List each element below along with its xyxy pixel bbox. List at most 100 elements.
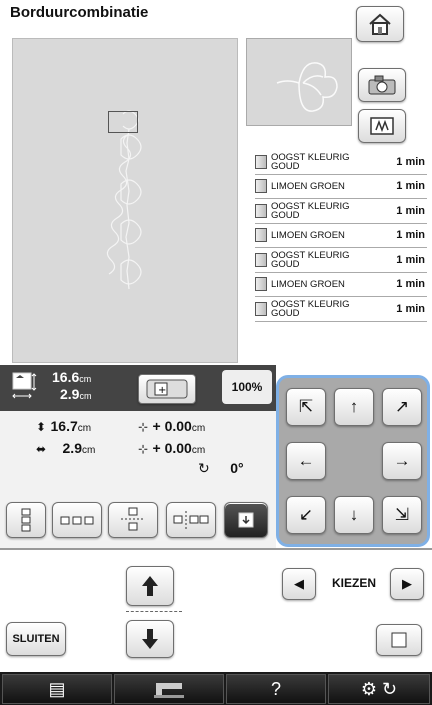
dim-width-unit: cm	[81, 445, 96, 456]
triangle-right-icon: ▶	[402, 576, 412, 591]
thread-color-list: OOGST KLEURIG GOUD 1 min LIMOEN GROEN 1 …	[255, 150, 427, 322]
thread-time: 1 min	[396, 180, 425, 193]
offset-x-row: ⊹ + 0.00cm	[138, 440, 205, 458]
thread-name: OOGST KLEURIG GOUD	[271, 298, 350, 319]
offset-y-row: ⊹ + 0.00cm	[138, 418, 205, 436]
layout-center-horizontal-button[interactable]	[166, 502, 216, 538]
move-up-button[interactable]: ↑	[334, 388, 374, 426]
design-preview	[246, 38, 352, 126]
frame-button[interactable]	[376, 624, 422, 656]
layout-center-vertical-icon	[121, 507, 145, 531]
bold-up-arrow-icon	[142, 576, 158, 596]
offset-x-value: + 0.00	[152, 440, 192, 456]
move-left-button[interactable]: ←	[286, 442, 326, 480]
document-icon: ▤	[48, 678, 66, 699]
thread-time: 1 min	[396, 278, 425, 291]
dim-width-value: 2.9	[62, 440, 82, 456]
move-right-button[interactable]: →	[382, 442, 422, 480]
size-width-unit: cm	[79, 374, 92, 384]
thread-time: 1 min	[396, 204, 425, 217]
rotation-value: 0°	[230, 460, 244, 476]
offset-y-unit: cm	[191, 423, 206, 434]
help-button[interactable]: ?	[226, 674, 326, 704]
rotation-icon: ↻	[198, 460, 210, 476]
thread-spool-icon	[255, 154, 267, 169]
thread-time: 1 min	[396, 155, 425, 168]
select-label: KIEZEN	[331, 576, 376, 590]
horizontal-size-icon: ⬌	[36, 442, 47, 456]
move-down-right-button[interactable]: ⇲	[382, 496, 422, 534]
list-item: OOGST KLEURIG GOUD 1 min	[255, 297, 427, 322]
close-button[interactable]: SLUITEN	[6, 622, 66, 656]
document-button[interactable]: ▤	[2, 674, 112, 704]
camera-button[interactable]	[358, 68, 406, 102]
layout-horizontal-icon	[60, 516, 94, 525]
dim-height-unit: cm	[77, 423, 92, 434]
size-height-unit: cm	[79, 391, 92, 401]
arrow-down-icon: ↓	[349, 505, 359, 524]
thread-time: 1 min	[396, 302, 425, 315]
thread-spool-icon	[255, 252, 267, 267]
move-down-order-button[interactable]	[126, 620, 174, 658]
thread-time: 1 min	[396, 229, 425, 242]
dim-height-row: ⬍ 16.7cm	[36, 418, 91, 436]
thread-spool-icon	[255, 277, 267, 292]
list-item: OOGST KLEURIG GOUD 1 min	[255, 199, 427, 224]
thread-name: OOGST KLEURIG GOUD	[271, 151, 350, 172]
layout-vertical-button[interactable]	[6, 502, 46, 538]
move-down-left-button[interactable]: ↙	[286, 496, 326, 534]
select-next-button[interactable]: ▶	[390, 568, 424, 600]
layout-selected-button[interactable]	[224, 502, 268, 538]
move-up-order-button[interactable]	[126, 566, 174, 606]
arrow-down-left-icon: ↙	[298, 505, 314, 524]
hoop-button[interactable]: +	[138, 374, 196, 404]
rotation-row: ↻ 0°	[198, 460, 244, 478]
select-previous-button[interactable]: ◀	[282, 568, 316, 600]
dim-height-value: 16.7	[50, 418, 78, 434]
offset-y-value: + 0.00	[152, 418, 192, 434]
size-icon	[12, 372, 37, 399]
size-width: 16.6cm	[52, 369, 91, 385]
scan-icon	[370, 117, 394, 135]
embroidery-area[interactable]	[12, 38, 238, 363]
camera-icon	[368, 75, 396, 95]
help-label: ?	[270, 678, 281, 699]
move-up-right-button[interactable]: ↗	[382, 388, 422, 426]
thread-name: LIMOEN GROEN	[271, 229, 345, 241]
bold-down-arrow-icon	[142, 629, 158, 649]
move-down-button[interactable]: ↓	[334, 496, 374, 534]
sewing-machine-button[interactable]	[114, 674, 224, 704]
list-item: LIMOEN GROEN 1 min	[255, 175, 427, 199]
preview-pattern	[276, 62, 338, 112]
settings-icon: ⚙ ↻	[360, 678, 398, 699]
size-width-value: 16.6	[52, 369, 80, 385]
arrow-up-right-icon: ↗	[394, 397, 410, 416]
layout-center-vertical-button[interactable]	[108, 502, 158, 538]
hoop-icon: +	[146, 379, 188, 399]
svg-text:+: +	[158, 385, 166, 396]
home-button[interactable]	[356, 6, 404, 42]
layout-horizontal-button[interactable]	[52, 502, 102, 538]
list-item: LIMOEN GROEN 1 min	[255, 224, 427, 248]
thread-spool-icon	[255, 228, 267, 243]
arrow-up-left-icon: ⇱	[298, 397, 314, 416]
home-icon	[369, 13, 391, 35]
size-height-value: 2.9	[60, 386, 80, 402]
machine-settings-button[interactable]: ⚙ ↻	[328, 674, 430, 704]
page-title: Borduurcombinatie	[10, 4, 149, 21]
sewing-machine-icon	[154, 683, 184, 698]
embroidery-pattern	[106, 110, 142, 290]
list-item: LIMOEN GROEN 1 min	[255, 273, 427, 297]
zoom-level[interactable]: 100%	[222, 370, 272, 404]
thread-spool-icon	[255, 203, 267, 218]
thread-spool-icon	[255, 301, 267, 316]
layout-center-horizontal-icon	[173, 511, 209, 529]
thread-name: OOGST KLEURIG GOUD	[271, 249, 350, 270]
selection-box	[108, 111, 138, 133]
thread-name: LIMOEN GROEN	[271, 278, 345, 290]
offset-x-unit: cm	[191, 445, 206, 456]
dim-width-row: ⬌ 2.9cm	[36, 440, 95, 458]
move-up-left-button[interactable]: ⇱	[286, 388, 326, 426]
layout-down-icon	[238, 512, 254, 528]
scan-button[interactable]	[358, 109, 406, 143]
